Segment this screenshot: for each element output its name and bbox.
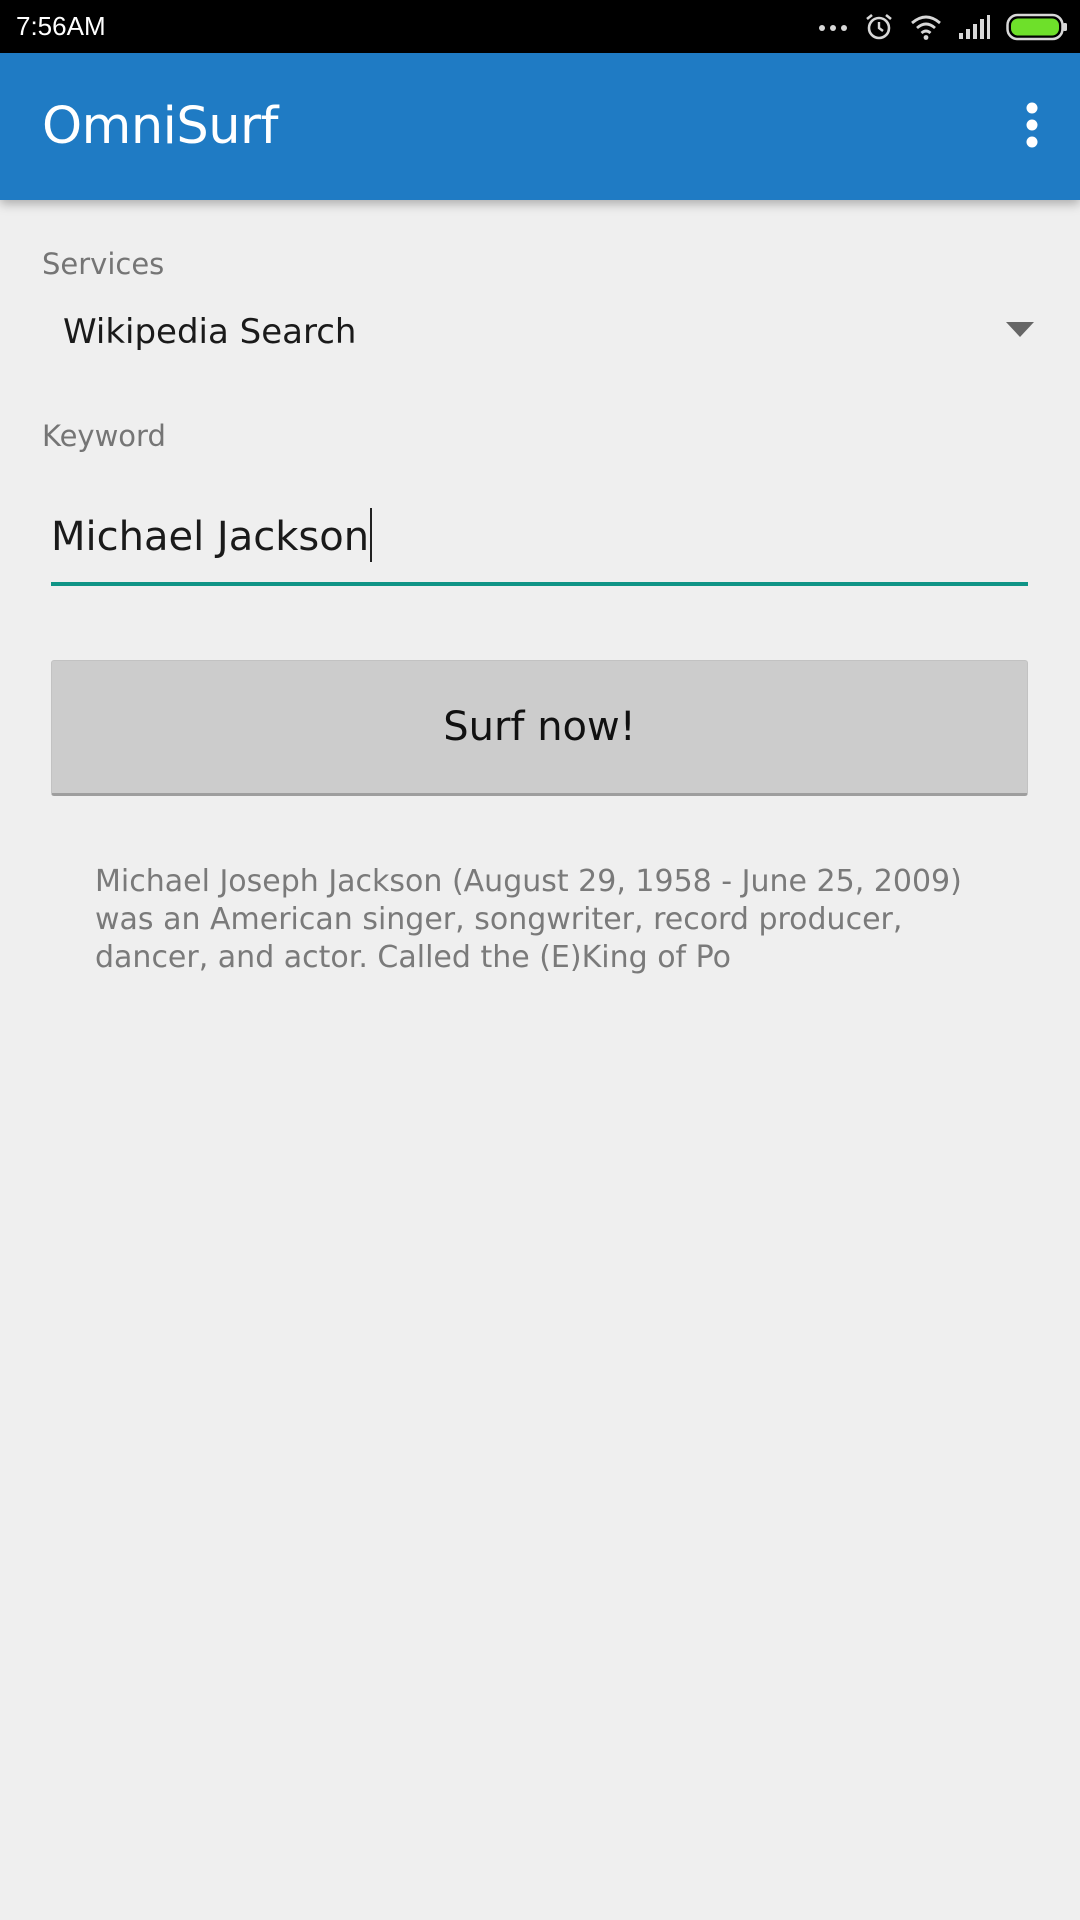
dropdown-arrow-icon (1006, 322, 1034, 342)
app-bar: OmniSurf (0, 53, 1080, 200)
status-icons (818, 8, 1068, 46)
overflow-menu-icon (1024, 102, 1040, 152)
status-time: 7:56AM (16, 11, 106, 41)
alarm-icon (864, 12, 894, 42)
keyword-input-value: Michael Jackson (51, 508, 373, 566)
signal-icon (958, 14, 990, 40)
keyword-label: Keyword (42, 419, 166, 453)
overflow-menu-button[interactable] (1000, 93, 1064, 161)
app-title: OmniSurf (42, 97, 278, 156)
status-bar: 7:56AM (0, 0, 1080, 53)
wifi-icon (910, 13, 942, 41)
services-label: Services (42, 247, 165, 281)
result-summary-text: Michael Joseph Jackson (August 29, 1958 … (95, 864, 962, 975)
more-dots-icon (818, 22, 848, 32)
battery-icon (1006, 12, 1068, 42)
services-selected-value: Wikipedia Search (63, 312, 357, 352)
surf-now-button[interactable]: Surf now! (51, 660, 1028, 796)
text-cursor (370, 508, 373, 562)
keyword-input[interactable]: Michael Jackson (51, 500, 1028, 586)
services-dropdown[interactable]: Wikipedia Search (42, 300, 1038, 362)
main-content: Services Wikipedia Search Keyword Michae… (0, 200, 1080, 1920)
